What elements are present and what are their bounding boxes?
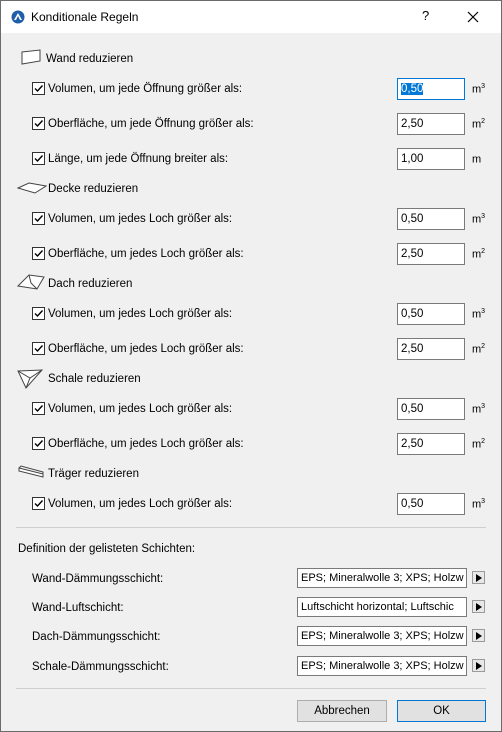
unit-decke-surface: m2	[472, 248, 486, 261]
checkbox-wand-length[interactable]	[32, 152, 45, 165]
label-schale-volume: Volumen, um jedes Loch größer als:	[48, 403, 233, 415]
unit-decke-volume: m3	[472, 213, 486, 226]
section-label-schale: Schale reduzieren	[48, 373, 141, 385]
input-decke-volume[interactable]: 0,50	[397, 208, 465, 230]
shell-icon	[17, 369, 43, 389]
label-decke-volume: Volumen, um jedes Loch größer als:	[48, 213, 233, 225]
layers-field-wand-daemmung[interactable]: EPS; Mineralwolle 3; XPS; Holzw	[297, 568, 467, 588]
section-label-decke: Decke reduzieren	[48, 183, 139, 195]
label-wand-daemmung: Wand-Dämmungsschicht:	[32, 573, 164, 585]
roof-icon	[17, 274, 45, 290]
unit-wand-surface: m2	[472, 118, 486, 131]
unit-schale-surface: m2	[472, 438, 486, 451]
layers-picker-button-dach-daemmung[interactable]	[472, 629, 485, 642]
label-dach-daemmung: Dach-Dämmungsschicht:	[32, 631, 161, 643]
unit-wand-length: m	[472, 153, 482, 166]
play-arrow-icon	[476, 603, 482, 611]
play-arrow-icon	[476, 632, 482, 640]
label-wand-volume: Volumen, um jede Öffnung größer als:	[48, 83, 243, 95]
input-decke-surface[interactable]: 2,50	[397, 243, 465, 265]
app-icon	[11, 10, 25, 24]
close-button[interactable]	[453, 4, 493, 30]
label-wand-length: Länge, um jede Öffnung breiter als:	[48, 153, 229, 165]
dialog-window: Konditionale Regeln ? Wand reduzieren Vo…	[0, 0, 502, 732]
cancel-button[interactable]: Abbrechen	[297, 700, 387, 722]
checkbox-dach-surface[interactable]	[32, 342, 45, 355]
checkbox-traeger-volume[interactable]	[32, 497, 45, 510]
layers-picker-button-wand-daemmung[interactable]	[472, 571, 485, 584]
label-wand-surface: Oberfläche, um jede Öffnung größer als:	[48, 118, 254, 130]
input-wand-volume[interactable]: 0,50	[397, 78, 465, 100]
definitions-title: Definition der gelisteten Schichten:	[18, 543, 196, 555]
wall-icon	[21, 49, 41, 65]
label-traeger-volume: Volumen, um jedes Loch größer als:	[48, 498, 233, 510]
play-arrow-icon	[476, 662, 482, 670]
checkbox-schale-volume[interactable]	[32, 402, 45, 415]
layers-field-schale-daemmung[interactable]: EPS; Mineralwolle 3; XPS; Holzw	[297, 656, 467, 676]
section-label-dach: Dach reduzieren	[48, 278, 133, 290]
layers-field-dach-daemmung[interactable]: EPS; Mineralwolle 3; XPS; Holzw	[297, 626, 467, 646]
label-dach-volume: Volumen, um jedes Loch größer als:	[48, 308, 233, 320]
divider	[16, 527, 486, 528]
layers-field-wand-luft[interactable]: Luftschicht horizontal; Luftschic	[297, 597, 467, 617]
label-dach-surface: Oberfläche, um jedes Loch größer als:	[48, 343, 244, 355]
input-schale-surface[interactable]: 2,50	[397, 433, 465, 455]
checkbox-schale-surface[interactable]	[32, 437, 45, 450]
close-icon	[467, 11, 479, 23]
label-schale-daemmung: Schale-Dämmungsschicht:	[32, 661, 169, 673]
input-schale-volume[interactable]: 0,50	[397, 398, 465, 420]
checkbox-decke-volume[interactable]	[32, 212, 45, 225]
slab-icon	[17, 182, 47, 194]
ok-button[interactable]: OK	[397, 700, 486, 722]
unit-wand-volume: m3	[472, 83, 486, 96]
input-traeger-volume[interactable]: 0,50	[397, 493, 465, 515]
play-arrow-icon	[476, 574, 482, 582]
window-title: Konditionale Regeln	[31, 10, 139, 24]
help-button[interactable]: ?	[422, 8, 429, 23]
checkbox-dach-volume[interactable]	[32, 307, 45, 320]
label-decke-surface: Oberfläche, um jedes Loch größer als:	[48, 248, 244, 260]
beam-icon	[18, 465, 44, 478]
input-dach-surface[interactable]: 2,50	[397, 338, 465, 360]
unit-dach-surface: m2	[472, 343, 486, 356]
unit-schale-volume: m3	[472, 403, 486, 416]
unit-traeger-volume: m3	[472, 498, 486, 511]
input-dach-volume[interactable]: 0,50	[397, 303, 465, 325]
divider	[16, 688, 486, 689]
layers-picker-button-schale-daemmung[interactable]	[472, 659, 485, 672]
title-bar: Konditionale Regeln ?	[1, 1, 501, 33]
checkbox-wand-surface[interactable]	[32, 117, 45, 130]
label-wand-luft: Wand-Luftschicht:	[32, 602, 124, 614]
layers-picker-button-wand-luft[interactable]	[472, 600, 485, 613]
label-schale-surface: Oberfläche, um jedes Loch größer als:	[48, 438, 244, 450]
input-wand-length[interactable]: 1,00	[397, 148, 465, 170]
checkbox-wand-volume[interactable]	[32, 82, 45, 95]
unit-dach-volume: m3	[472, 308, 486, 321]
checkbox-decke-surface[interactable]	[32, 247, 45, 260]
input-wand-surface[interactable]: 2,50	[397, 113, 465, 135]
section-label-wand: Wand reduzieren	[46, 53, 134, 65]
section-label-traeger: Träger reduzieren	[48, 468, 139, 480]
